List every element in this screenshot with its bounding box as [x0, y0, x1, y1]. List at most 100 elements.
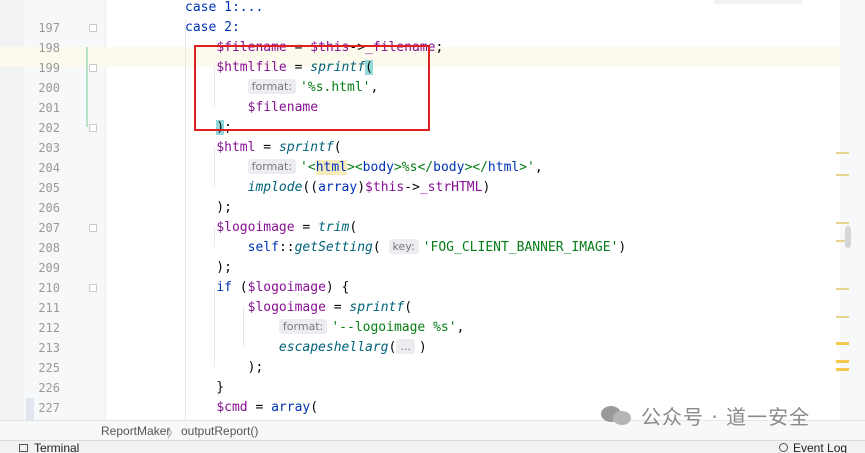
code-token: self [247, 240, 279, 255]
code-line[interactable]: 212 format: '--logoimage %s', [0, 318, 840, 338]
code-text: escapeshellarg(...) [185, 338, 427, 358]
code-token: = [255, 140, 279, 155]
code-token: $logoimage [216, 220, 295, 235]
code-text: $logoimage = trim( [185, 218, 357, 238]
parameter-hint: ... [396, 339, 415, 354]
code-token: $logoimage [247, 300, 326, 315]
code-token: body [362, 160, 394, 175]
line-number: 200 [38, 81, 60, 95]
marker-stripe [836, 316, 849, 318]
line-number: 197 [38, 21, 60, 35]
terminal-icon[interactable] [19, 444, 28, 452]
code-text: case 1:... [185, 0, 263, 18]
vertical-scrollbar[interactable] [840, 0, 865, 420]
code-token: '< [300, 160, 316, 175]
code-token: >' [519, 160, 535, 175]
code-line[interactable]: 207 $logoimage = trim( [0, 218, 840, 238]
code-token: ) [618, 240, 627, 255]
code-token: ( [333, 140, 342, 155]
code-text: format: '--logoimage %s', [185, 318, 464, 338]
code-token: ( [310, 400, 319, 415]
code-text: } [185, 378, 224, 398]
code-line[interactable]: 211 $logoimage = sprintf( [0, 298, 840, 318]
breadcrumb-class[interactable]: ReportMaker [101, 424, 170, 438]
code-text: case 2: [185, 18, 240, 38]
line-number: 209 [38, 261, 60, 275]
code-line[interactable]: 204 format: '<html><body>%s</body></html>… [0, 158, 840, 178]
line-number: 208 [38, 241, 60, 255]
fold-icon[interactable] [89, 284, 97, 292]
code-token: ) { [325, 280, 350, 295]
code-text: $logoimage = sprintf( [185, 298, 412, 318]
wechat-icon [601, 404, 633, 426]
code-text: ); [185, 358, 264, 378]
code-token: ( [404, 300, 413, 315]
code-line[interactable]: 197 case 2: [0, 18, 840, 38]
line-number: 198 [38, 41, 60, 55]
line-number: 202 [38, 121, 60, 135]
code-text: format: '<html><body>%s</body></html>', [185, 158, 543, 178]
parameter-hint: format: [247, 159, 297, 174]
line-number: 204 [38, 161, 60, 175]
code-text: ); [185, 258, 232, 278]
line-number: 227 [38, 401, 60, 415]
code-token: ( [372, 240, 389, 255]
fold-icon[interactable] [89, 24, 97, 32]
fold-icon[interactable] [89, 224, 97, 232]
code-token: sprintf [349, 300, 405, 315]
code-token: array [318, 180, 358, 195]
code-text: self::getSetting( key: 'FOG_CLIENT_BANNER… [185, 238, 626, 258]
event-log-tab[interactable]: Event Log [793, 442, 847, 453]
fold-icon[interactable] [89, 64, 97, 72]
code-token: ( [388, 340, 397, 355]
code-line[interactable]: 208 self::getSetting( key: 'FOG_CLIENT_BA… [0, 238, 840, 258]
scrollbar-thumb[interactable] [845, 226, 851, 248]
marker-stripe [836, 288, 849, 290]
code-token: >< [347, 160, 363, 175]
code-line[interactable]: case 1:... [0, 0, 840, 18]
code-token: 'FOG_CLIENT_BANNER_IMAGE' [422, 240, 619, 255]
code-line[interactable]: 225 ); [0, 358, 840, 378]
line-number: 226 [38, 381, 60, 395]
code-line[interactable]: 209 ); [0, 258, 840, 278]
line-number: 212 [38, 321, 60, 335]
code-token: array [271, 400, 311, 415]
code-token: $cmd [216, 400, 248, 415]
code-line[interactable]: 226 } [0, 378, 840, 398]
code-line[interactable]: 205 implode((array)$this->_strHTML) [0, 178, 840, 198]
marker-stripe [836, 342, 849, 345]
marker-stripe [836, 360, 849, 363]
annotation-highlight-box [194, 45, 430, 131]
marker-stripe [836, 222, 849, 224]
parameter-hint: key: [388, 239, 419, 254]
breadcrumb-method[interactable]: outputReport() [181, 424, 258, 438]
code-text: $html = sprintf( [185, 138, 342, 158]
marker-stripe [836, 368, 849, 371]
breadcrumb-separator: 〉 [167, 426, 180, 440]
parameter-hint: format: [278, 319, 328, 334]
terminal-tab[interactable]: Terminal [34, 442, 79, 453]
watermark-text: 公众号 · 道一安全 [641, 404, 811, 429]
code-token: escapeshellarg [278, 340, 389, 355]
code-token: ); [185, 360, 264, 375]
code-token: >%s</ [393, 160, 434, 175]
fold-icon[interactable] [89, 124, 97, 132]
status-bar: Terminal Event Log [0, 440, 865, 453]
code-line[interactable]: 203 $html = sprintf( [0, 138, 840, 158]
code-editor[interactable]: case 1:... 197 case 2: 198 $filename = $thi… [0, 0, 865, 420]
line-number: 207 [38, 221, 60, 235]
code-token: ); [185, 200, 232, 215]
code-token: html [315, 160, 348, 175]
code-line[interactable]: 206 ); [0, 198, 840, 218]
code-token: ></ [464, 160, 488, 175]
code-text: implode((array)$this->_strHTML) [185, 178, 491, 198]
code-token: ( [231, 280, 248, 295]
code-line[interactable]: 210 if ($logoimage) { [0, 278, 840, 298]
event-log-icon[interactable] [779, 443, 788, 452]
code-line[interactable]: 213 escapeshellarg(...) [0, 338, 840, 358]
code-token: ( [349, 220, 358, 235]
